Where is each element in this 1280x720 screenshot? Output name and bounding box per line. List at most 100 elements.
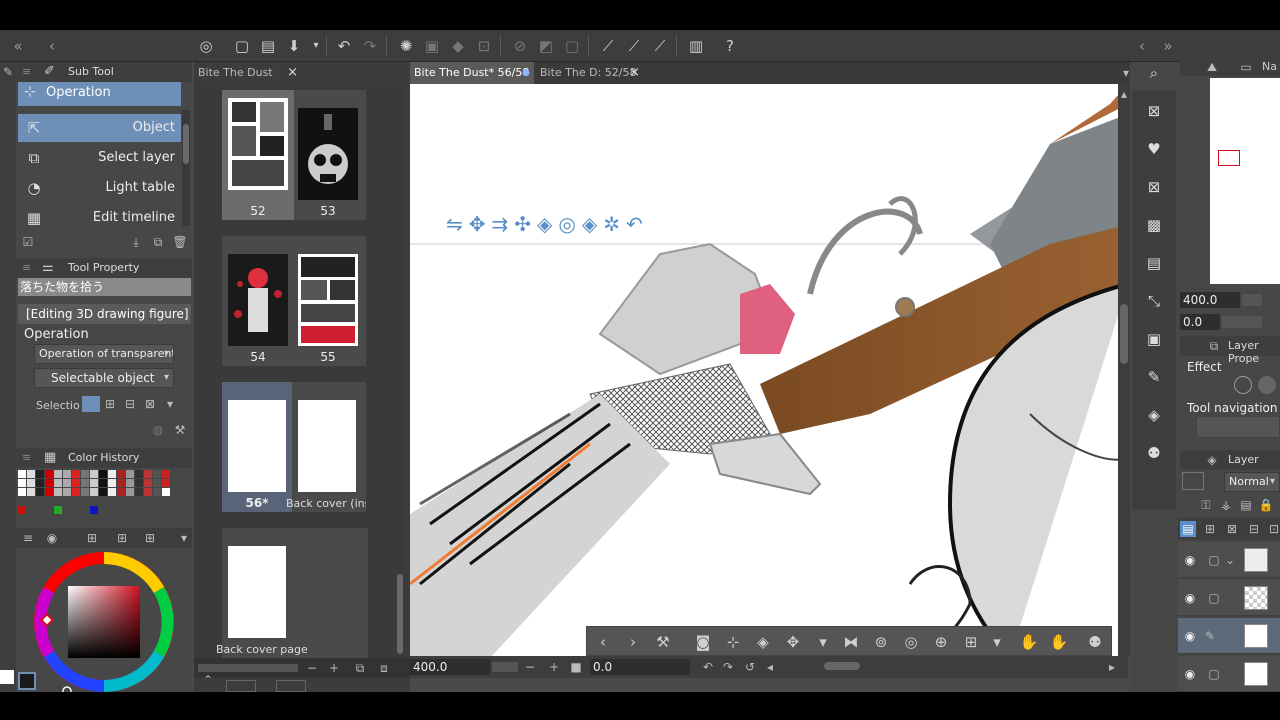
color-swatch[interactable] xyxy=(144,479,152,487)
color-swatch[interactable] xyxy=(135,488,143,496)
selection-mode-new[interactable] xyxy=(82,396,100,412)
color-swatch[interactable] xyxy=(45,488,53,496)
subtool-item-object[interactable]: ⇱ Object xyxy=(18,114,181,142)
collapse-left-icon[interactable]: « xyxy=(8,36,28,56)
undo-icon[interactable]: ↶ xyxy=(334,36,354,56)
reset-rotation-icon[interactable]: ↺ xyxy=(742,659,758,675)
chevron-right-icon[interactable]: › xyxy=(623,632,643,652)
redo-icon[interactable]: ↷ xyxy=(360,36,380,56)
color-swatch[interactable] xyxy=(81,479,89,487)
edit-box-icon[interactable]: ✎ xyxy=(1143,366,1165,388)
chevron-left-icon[interactable]: ‹ xyxy=(1132,36,1152,56)
color-swatch[interactable] xyxy=(63,479,71,487)
color-swatch[interactable] xyxy=(54,488,62,496)
color-swatch[interactable] xyxy=(90,488,98,496)
lock-transparent-icon[interactable]: 🔒 xyxy=(1258,497,1274,513)
color-swatch[interactable] xyxy=(27,488,35,496)
canvas-vertical-scrollbar[interactable]: ▴ xyxy=(1118,84,1130,656)
grip-icon[interactable]: ≡ xyxy=(22,448,31,468)
footer-button[interactable] xyxy=(276,680,306,692)
color-swatch[interactable] xyxy=(45,470,53,478)
color-swatch[interactable] xyxy=(18,470,26,478)
tab-icon[interactable]: ⊞ xyxy=(84,530,100,546)
color-swatch[interactable] xyxy=(144,488,152,496)
hand-icon[interactable]: ✋ xyxy=(1019,632,1039,652)
open-icon[interactable]: ▤ xyxy=(258,36,278,56)
subtool-settings-icon[interactable]: ☑ xyxy=(20,234,36,250)
hand-icon[interactable]: ✋ xyxy=(1049,632,1069,652)
navigator-zoom[interactable]: 400.0 xyxy=(1180,292,1240,308)
camera-icon[interactable]: ◙ xyxy=(693,632,713,652)
effect-tone-button[interactable] xyxy=(1258,376,1276,394)
color-swatch[interactable] xyxy=(81,470,89,478)
subtool-item-light-table[interactable]: ◔ Light table xyxy=(18,174,181,202)
help-icon[interactable]: ? xyxy=(720,36,740,56)
color-swatch[interactable] xyxy=(72,479,80,487)
color-swatch[interactable] xyxy=(54,470,62,478)
collapse-right-icon[interactable]: » xyxy=(1158,36,1178,56)
tab-page-manager[interactable]: Bite The Dust × xyxy=(194,62,302,84)
color-swatch[interactable] xyxy=(153,470,161,478)
subtool-item-select-layer[interactable]: ⧉ Select layer xyxy=(18,144,181,172)
navigator-preview[interactable] xyxy=(1210,78,1280,284)
subtool-scrollbar[interactable] xyxy=(182,110,190,226)
loading-icon[interactable]: ✺ xyxy=(396,36,416,56)
color-swatch[interactable] xyxy=(126,470,134,478)
thumb-size-slider[interactable] xyxy=(198,664,298,672)
mountain-icon[interactable]: ⛰ xyxy=(1204,59,1220,75)
page-list-scrollbar[interactable] xyxy=(396,84,404,658)
checkbox[interactable]: ▢ xyxy=(1206,552,1222,568)
page-card-55[interactable]: 55 xyxy=(294,236,366,366)
chevron-down-icon[interactable]: ▾ xyxy=(176,530,192,546)
wrench-icon[interactable]: ⚒ xyxy=(172,422,188,438)
save-icon[interactable]: ⬇ xyxy=(284,36,304,56)
footer-button[interactable] xyxy=(226,680,256,692)
draft-icon[interactable]: ▤ xyxy=(1238,497,1254,513)
chevron-left-icon[interactable]: ‹ xyxy=(42,36,62,56)
color-swatch[interactable] xyxy=(81,488,89,496)
new-icon[interactable]: ▢ xyxy=(232,36,252,56)
cube-icon[interactable]: ◈ xyxy=(753,632,773,652)
color-swatch[interactable] xyxy=(18,479,26,487)
3d-manipulator-toolbar[interactable]: ⇋✥⇉✣◈◎◈✲↶ xyxy=(446,212,696,242)
color-swatch[interactable] xyxy=(99,479,107,487)
layer-row-3d-figure[interactable]: ◉ ✎ xyxy=(1178,618,1280,654)
chevron-down-icon[interactable]: ⌄ xyxy=(1222,552,1238,568)
drawing-canvas[interactable]: ⇋✥⇉✣◈◎◈✲↶ xyxy=(410,84,1128,658)
selectable-object-select[interactable]: Selectable object ▾ xyxy=(34,368,174,388)
subtool-item-edit-timeline[interactable]: ▦ Edit timeline xyxy=(18,204,181,232)
ruler-icon[interactable]: ⟋ xyxy=(598,36,618,56)
grip-icon[interactable]: ≡ xyxy=(22,258,31,278)
reference-icon[interactable]: ⚶ xyxy=(1218,497,1234,513)
ruler-2-icon[interactable]: ⟋ xyxy=(624,36,644,56)
flip-icon[interactable]: ⧓ xyxy=(841,632,861,652)
close-icon[interactable]: × xyxy=(629,62,640,84)
page-card-back-cover[interactable]: Back cover page xyxy=(216,528,368,658)
wrench-icon[interactable]: ⚒ xyxy=(653,632,673,652)
color-history-swatches[interactable] xyxy=(18,470,178,518)
layer-box-icon[interactable]: ▣ xyxy=(1143,328,1165,350)
duplicate-icon[interactable]: ⧉ xyxy=(150,234,166,250)
search-icon[interactable]: ⌕ xyxy=(1143,62,1165,84)
color-swatch[interactable] xyxy=(126,479,134,487)
page-card-back-inside[interactable]: Back cover (inside xyxy=(286,382,366,512)
color-swatch[interactable] xyxy=(153,479,161,487)
pattern-icon[interactable]: ▩ xyxy=(1143,214,1165,236)
layer-row-transparent[interactable]: ◉ ▢ xyxy=(1178,580,1280,616)
transform-icon[interactable]: ⊡ xyxy=(474,36,494,56)
reset-icon[interactable]: ◍ xyxy=(150,422,166,438)
lock-icon[interactable]: ⚿ xyxy=(1198,497,1214,513)
invert-selection-icon[interactable]: ◩ xyxy=(536,36,556,56)
color-swatch[interactable] xyxy=(135,470,143,478)
color-swatch[interactable] xyxy=(72,470,80,478)
lock-icon[interactable]: ⊕ xyxy=(931,632,951,652)
page-card-52[interactable]: 52 xyxy=(222,90,294,220)
scroll-thumb[interactable] xyxy=(1120,304,1128,364)
dropdown-icon[interactable]: ▾ xyxy=(987,632,1007,652)
selection-add-icon[interactable]: ⊞ xyxy=(102,396,118,412)
color-swatch[interactable] xyxy=(90,479,98,487)
selection-intersect-icon[interactable]: ⊠ xyxy=(142,396,158,412)
navigator-view-frame[interactable] xyxy=(1218,150,1240,166)
color-swatch[interactable] xyxy=(117,488,125,496)
vector-layer-icon[interactable]: ⊠ xyxy=(1224,521,1240,537)
